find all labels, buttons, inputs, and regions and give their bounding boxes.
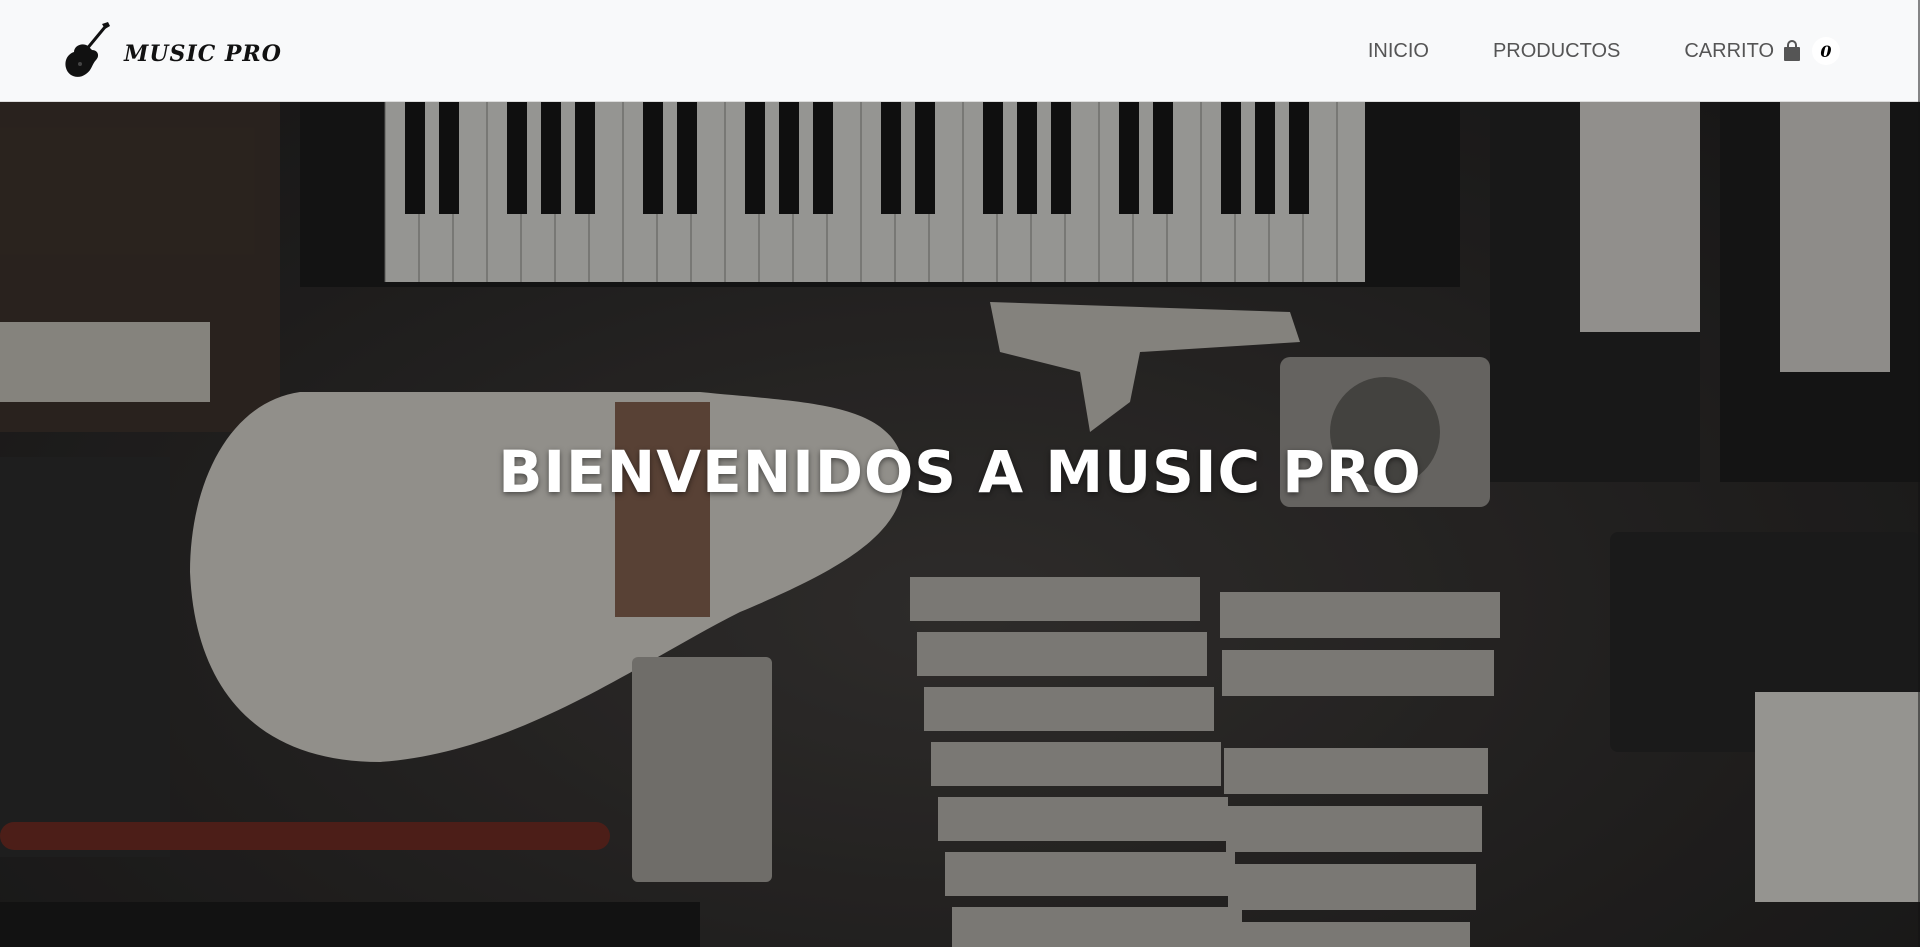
hero-title: BIENVENIDOS A MUSIC PRO [498, 438, 1422, 506]
nav-carrito-label: CARRITO [1684, 39, 1774, 62]
hero-overlay [0, 102, 1920, 947]
nav-inicio[interactable]: INICIO [1368, 40, 1429, 63]
main-nav: INICIO PRODUCTOS CARRITO 0 [1368, 0, 1840, 102]
electric-guitar-icon [58, 20, 120, 87]
brand[interactable]: MUSIC PRO [58, 20, 282, 87]
nav-carrito[interactable]: CARRITO 0 [1684, 37, 1840, 65]
shopping-bag-icon [1782, 40, 1802, 62]
navbar: MUSIC PRO INICIO PRODUCTOS CARRITO 0 [0, 0, 1920, 102]
hero-banner: BIENVENIDOS A MUSIC PRO [0, 102, 1920, 947]
brand-name: MUSIC PRO [124, 40, 282, 67]
nav-productos[interactable]: PRODUCTOS [1493, 40, 1620, 63]
cart-count-badge: 0 [1812, 37, 1840, 65]
